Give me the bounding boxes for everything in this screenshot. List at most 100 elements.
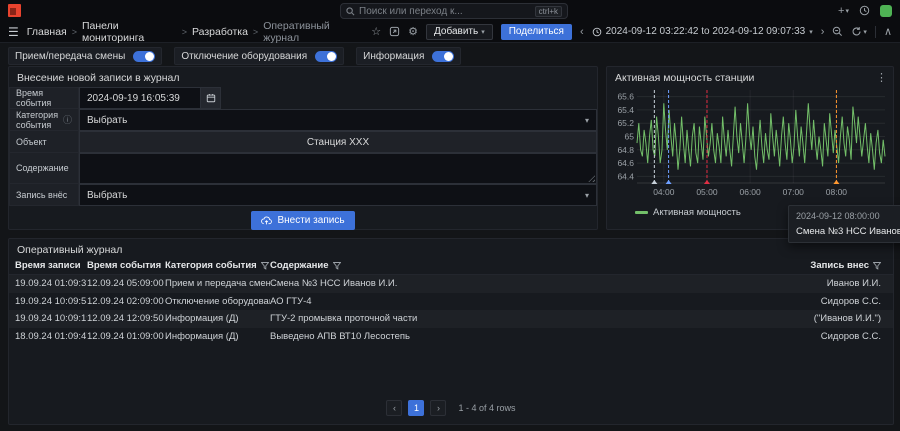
table-cell: 18.09.24 01:09:47	[15, 331, 87, 342]
breadcrumb-separator: >	[182, 27, 187, 37]
variable-toggle: Отключение оборудования	[174, 47, 344, 65]
menu-toggle-icon[interactable]: ☰	[8, 25, 19, 39]
table-cell: Смена №3 НСС Иванов И.И.	[270, 278, 752, 289]
info-icon[interactable]: ⓘ	[63, 113, 72, 126]
breadcrumb-item[interactable]: Оперативный журнал	[263, 20, 361, 44]
collapse-toolbar-icon[interactable]: ∧	[884, 25, 892, 38]
clock-icon	[592, 27, 602, 37]
svg-text:64.4: 64.4	[617, 171, 634, 181]
add-button[interactable]: Добавить▾	[426, 24, 493, 40]
submit-entry-button[interactable]: Внести запись	[251, 211, 354, 230]
toggle-knob	[444, 52, 453, 61]
table-cell: 12.09.24 05:09:00	[87, 278, 165, 289]
toggle-switch[interactable]	[315, 51, 337, 62]
author-select[interactable]: Выбрать ▾	[79, 184, 597, 206]
calendar-button[interactable]	[201, 87, 221, 109]
field-label: Категория события ⓘ	[9, 109, 79, 131]
table-cell: ГТУ-2 промывка проточной части	[270, 313, 752, 324]
share-button[interactable]: Поделиться	[501, 24, 572, 40]
svg-text:65.2: 65.2	[617, 118, 634, 128]
time-range-picker[interactable]: 2024-09-12 03:22:42 to 2024-09-12 09:07:…	[592, 26, 813, 37]
pagination-summary: 1 - 4 of 4 rows	[458, 403, 515, 413]
annotation-marker-icon[interactable]	[651, 180, 657, 184]
filter-funnel-icon[interactable]	[873, 262, 881, 270]
breadcrumb-item[interactable]: Панели мониторинга	[82, 20, 177, 44]
annotation-marker-icon[interactable]	[666, 180, 672, 184]
dashboard-toolbar: ☰ Главная>Панели мониторинга>Разработка>…	[0, 21, 900, 43]
prev-page-button[interactable]: ‹	[386, 400, 402, 416]
panel-menu-icon[interactable]: ⋮	[876, 71, 887, 84]
form-row-event-time: Время события 2024-09-19 16:05:39	[9, 87, 597, 109]
filter-funnel-icon[interactable]	[333, 262, 341, 270]
column-header[interactable]: Запись внес	[752, 260, 887, 271]
svg-text:64.6: 64.6	[617, 158, 634, 168]
top-navigation: Поиск или переход к... ctrl+k +▾	[0, 0, 900, 21]
annotation-marker-icon[interactable]	[833, 180, 839, 184]
time-shift-forward-icon[interactable]: ›	[821, 26, 825, 38]
table-body: 19.09.24 01:09:3712.09.24 05:09:00Прием …	[9, 275, 893, 345]
panel-export-icon[interactable]	[389, 26, 400, 37]
column-header-label: Содержание	[270, 260, 329, 271]
table-row[interactable]: 19.09.24 01:09:3712.09.24 05:09:00Прием …	[9, 275, 893, 293]
category-select[interactable]: Выбрать ▾	[79, 109, 597, 131]
zoom-out-icon[interactable]	[832, 26, 843, 37]
form-row-author: Запись внёс Выбрать ▾	[9, 184, 597, 206]
favorite-star-icon[interactable]: ☆	[371, 25, 381, 38]
table-row[interactable]: 18.09.24 01:09:4712.09.24 01:09:00Информ…	[9, 328, 893, 346]
toggle-switch[interactable]	[432, 51, 454, 62]
table-cell: Отключение оборудования	[165, 296, 270, 307]
column-header[interactable]: Время записи	[15, 260, 87, 271]
toggle-switch[interactable]	[133, 51, 155, 62]
table-cell: Сидоров С.С.	[752, 331, 887, 342]
time-shift-back-icon[interactable]: ‹	[580, 26, 584, 38]
breadcrumb-item[interactable]: Главная	[27, 26, 67, 38]
next-page-button[interactable]: ›	[430, 400, 446, 416]
breadcrumb-item[interactable]: Разработка	[192, 26, 248, 38]
content-textarea[interactable]	[79, 153, 597, 184]
table-cell: 19.09.24 01:09:37	[15, 278, 87, 289]
form-row-object: Объект Станция XXX	[9, 131, 597, 153]
svg-text:65: 65	[625, 132, 635, 142]
add-new-button[interactable]: +▾	[838, 5, 849, 17]
history-icon[interactable]	[859, 5, 870, 16]
column-header[interactable]: Категория события	[165, 260, 270, 271]
search-icon	[346, 7, 355, 16]
column-header[interactable]: Время события	[87, 260, 165, 271]
table-header: Время записиВремя события Категория событ…	[9, 257, 893, 275]
variable-toggle: Прием/передача смены	[8, 47, 162, 65]
app-logo-icon[interactable]	[8, 4, 21, 17]
table-cell: Сидоров С.С.	[752, 296, 887, 307]
refresh-button[interactable]: ▾	[851, 26, 867, 37]
annotation-marker-icon[interactable]	[704, 180, 710, 184]
column-header-label: Время события	[87, 260, 161, 271]
dashboard-variables: Прием/передача смены Отключение оборудова…	[8, 47, 461, 65]
table-row[interactable]: 19.09.24 10:09:1912.09.24 12:09:50Информ…	[9, 310, 893, 328]
event-time-input[interactable]: 2024-09-19 16:05:39	[79, 87, 201, 109]
field-label: Объект	[9, 131, 79, 153]
variable-label: Прием/передача смены	[15, 51, 125, 62]
svg-text:08:00: 08:00	[826, 187, 848, 197]
table-cell: 12.09.24 01:09:00	[87, 331, 165, 342]
field-label: Запись внёс	[9, 184, 79, 206]
column-header[interactable]: Содержание	[270, 260, 752, 271]
breadcrumb-separator: >	[253, 27, 258, 37]
variable-toggle: Информация	[356, 47, 461, 65]
svg-text:05:00: 05:00	[696, 187, 718, 197]
table-cell: Выведено АПВ ВТ10 Лесостепь	[270, 331, 752, 342]
search-input[interactable]: Поиск или переход к... ctrl+k	[340, 3, 568, 19]
settings-gear-icon[interactable]: ⚙	[408, 25, 418, 38]
filter-funnel-icon[interactable]	[261, 262, 269, 270]
table-cell: АО ГТУ-4	[270, 296, 752, 307]
resize-grip[interactable]	[588, 175, 595, 182]
panel-active-power-chart: Активная мощность станции ⋮ 64.464.664.8…	[606, 66, 894, 230]
variable-label: Информация	[363, 51, 424, 62]
table-cell: 12.09.24 02:09:00	[87, 296, 165, 307]
user-avatar[interactable]	[880, 5, 892, 17]
svg-text:65.6: 65.6	[617, 92, 634, 102]
timeseries-chart[interactable]: 64.464.664.86565.265.465.604:0005:0006:0…	[613, 87, 889, 206]
panel-title: Активная мощность станции	[607, 67, 893, 89]
svg-text:65.4: 65.4	[617, 105, 634, 115]
current-page-button[interactable]: 1	[408, 400, 424, 416]
table-row[interactable]: 19.09.24 10:09:5312.09.24 02:09:00Отключ…	[9, 293, 893, 311]
chart-legend[interactable]: Активная мощность	[635, 207, 741, 218]
